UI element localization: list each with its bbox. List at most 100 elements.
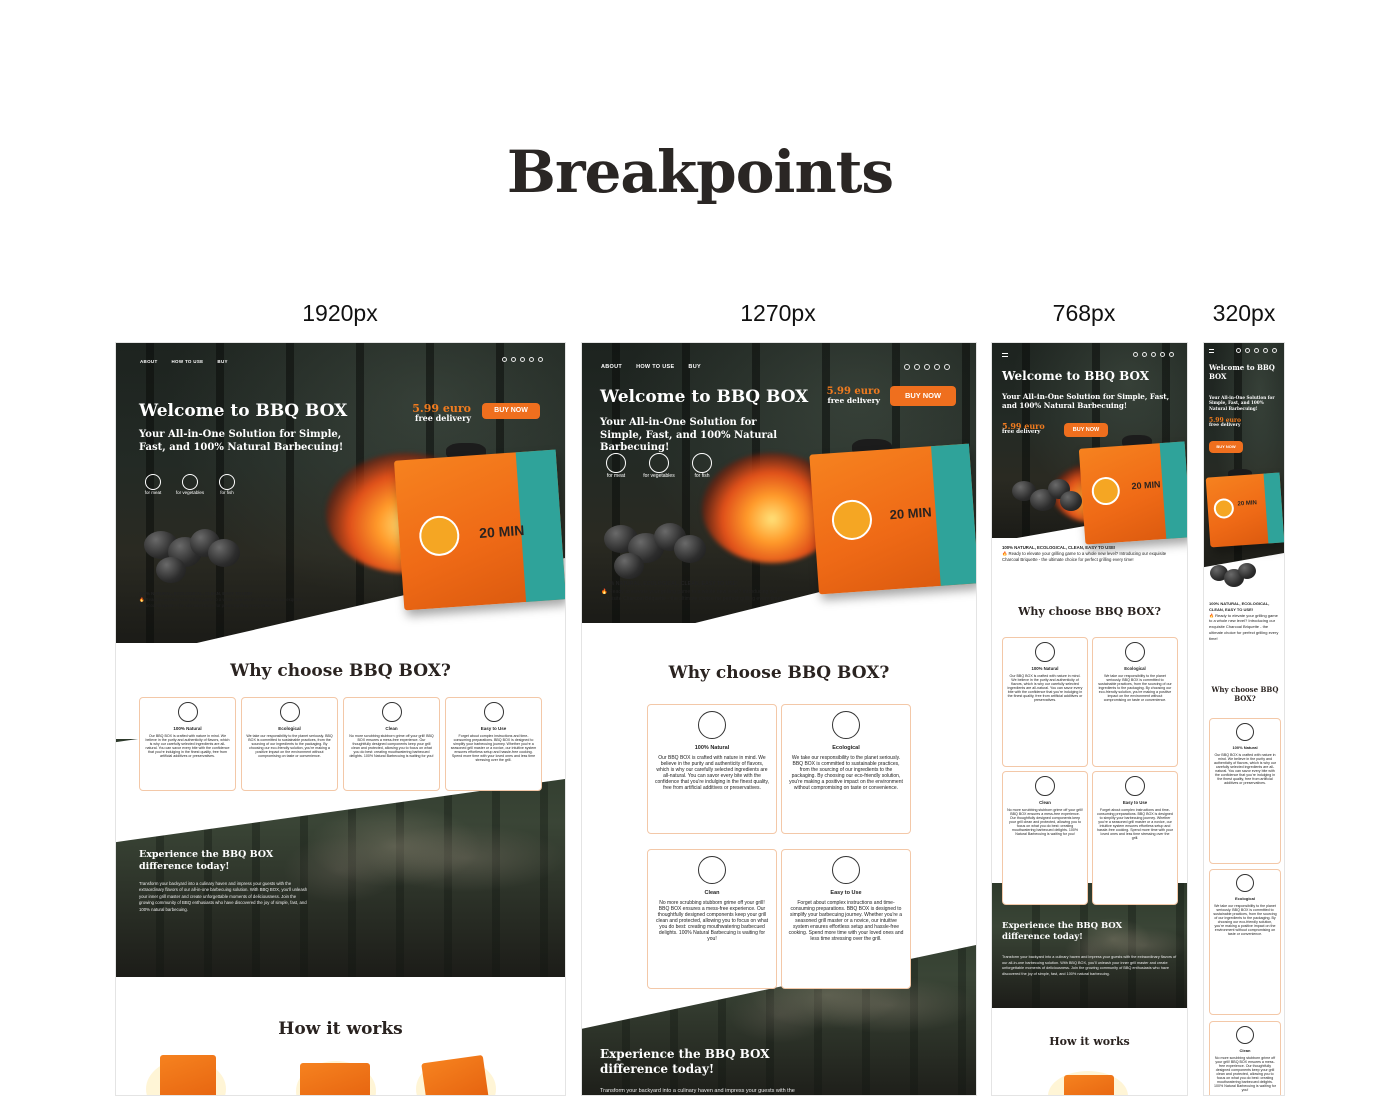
delivery-label: free delivery (827, 396, 881, 405)
wheat-icon (177, 702, 198, 722)
nav-bar: ABOUT HOW TO USE BUY (601, 364, 715, 370)
facebook-icon[interactable] (1151, 352, 1156, 357)
meat-icon (606, 453, 626, 473)
intro-note: 100% NATURAL, ECOLOGICAL, CLEAN, EASY TO… (139, 591, 309, 610)
buy-now-button[interactable]: BUY NOW (890, 386, 956, 406)
product-box-image: 20 MIN (393, 449, 565, 611)
factory-icon (279, 702, 300, 722)
usage-vegetables-label: for vegetables (643, 473, 675, 479)
card-title: Ecological (1234, 896, 1255, 901)
telegram-icon[interactable] (1142, 352, 1147, 357)
card-text: We take our responsibility to the planet… (1213, 904, 1277, 936)
experience-text: Transform your backyard into a culinary … (139, 881, 308, 912)
thumbs-up-icon (1236, 1026, 1254, 1044)
thumbs-up-icon (1035, 776, 1055, 796)
usage-meat-label: for meat (144, 490, 162, 495)
instagram-icon[interactable] (1236, 348, 1241, 353)
price-block: 5.99 euro free delivery (396, 403, 471, 422)
menu-icon[interactable] (1002, 353, 1008, 357)
feature-card-clean: Clean No more scrubbing stubborn grime o… (343, 697, 440, 791)
breakpoint-label-768: 768px (1052, 300, 1116, 326)
whatsapp-icon[interactable] (1263, 348, 1268, 353)
menu-icon[interactable] (1209, 349, 1214, 353)
nav-how-to-use[interactable]: HOW TO USE (172, 359, 204, 364)
nav-buy[interactable]: BUY (688, 364, 701, 370)
intro-text: 🔥 Ready to elevate your grilling game to… (1209, 612, 1279, 641)
nav-how-to-use[interactable]: HOW TO USE (636, 364, 674, 370)
price-block: 5.99 euro free delivery (807, 387, 880, 405)
card-text: We take our responsibility to the planet… (789, 755, 903, 791)
mail-icon[interactable] (1272, 348, 1277, 353)
how-step-image-1 (160, 1055, 216, 1095)
card-title: Clean (1039, 800, 1051, 805)
fish-icon (219, 474, 235, 490)
meat-icon (145, 474, 161, 490)
card-text: Our BBQ BOX is crafted with nature in mi… (1213, 753, 1277, 785)
usage-icons: for meat for vegetables for fish (598, 453, 720, 479)
card-title: Ecological (278, 726, 301, 731)
experience-title: Experience the BBQ BOX difference today! (139, 849, 274, 872)
nav-about[interactable]: ABOUT (601, 364, 622, 370)
card-title: Clean (704, 890, 720, 896)
telegram-icon[interactable] (914, 364, 920, 370)
buy-now-button[interactable]: BUY NOW (1064, 423, 1108, 437)
hand-icon (832, 856, 860, 884)
feature-card-clean: Clean No more scrubbing stubborn grime o… (647, 849, 777, 989)
facebook-icon[interactable] (924, 364, 930, 370)
vegetables-icon (649, 453, 669, 473)
intro-text: 🔥 Ready to elevate your grilling game to… (601, 588, 782, 603)
feature-card-clean: Clean No more scrubbing stubborn grime o… (1209, 1021, 1281, 1095)
intro-note: 100% NATURAL, ECOLOGICAL, CLEAN, EASY TO… (1002, 545, 1182, 564)
instagram-icon[interactable] (904, 364, 910, 370)
box-time-label: 20 MIN (1237, 500, 1258, 508)
why-title: Why choose BBQ BOX? (1018, 605, 1161, 618)
feature-card-natural: 100% Natural Our BBQ BOX is crafted with… (1002, 637, 1088, 767)
whatsapp-icon[interactable] (1160, 352, 1165, 357)
usage-icons: for meat for vegetables for fish (138, 474, 242, 495)
facebook-icon[interactable] (1254, 348, 1259, 353)
page-heading: Breakpoints (506, 138, 894, 206)
instagram-icon[interactable] (502, 357, 507, 362)
how-title: How it works (1049, 1035, 1130, 1048)
usage-meat-label: for meat (606, 473, 626, 479)
feature-card-easy: Easy to Use Forget about complex instruc… (781, 849, 911, 989)
experience-text: Transform your backyard into a culinary … (1002, 955, 1177, 977)
feature-card-natural: 100% Natural Our BBQ BOX is crafted with… (139, 697, 236, 791)
nav-buy[interactable]: BUY (217, 359, 227, 364)
mail-icon[interactable] (1169, 352, 1174, 357)
buy-now-button[interactable]: BUY NOW (1209, 441, 1243, 453)
card-text: Our BBQ BOX is crafted with nature in mi… (145, 734, 230, 758)
breakpoint-label-320: 320px (1212, 300, 1276, 326)
thumbs-up-icon (381, 702, 402, 722)
price-block: 5.99 euro free delivery (1002, 422, 1062, 436)
buy-now-button[interactable]: BUY NOW (482, 403, 540, 419)
delivery-label: free delivery (415, 413, 471, 423)
frame-768: Welcome to BBQ BOX Your All-in-One Solut… (991, 342, 1188, 1096)
social-icons (1232, 348, 1277, 353)
feature-card-easy: Easy to Use Forget about complex instruc… (445, 697, 542, 791)
intro-text: 🔥 Ready to elevate your grilling game to… (139, 597, 304, 609)
usage-vegetables-label: for vegetables (175, 490, 205, 495)
delivery-label: free delivery (1209, 423, 1241, 428)
whatsapp-icon[interactable] (529, 357, 534, 362)
telegram-icon[interactable] (1245, 348, 1250, 353)
vegetables-icon (182, 474, 198, 490)
factory-icon (832, 711, 860, 739)
breakpoint-label-1270: 1270px (740, 300, 816, 326)
telegram-icon[interactable] (511, 357, 516, 362)
nav-about[interactable]: ABOUT (140, 359, 158, 364)
intro-headline: 100% NATURAL, ECOLOGICAL, CLEAN, EASY TO… (1209, 601, 1270, 612)
frame-1270: ABOUT HOW TO USE BUY Welcome to BBQ BOX … (581, 342, 977, 1096)
card-title: Easy to Use (830, 890, 862, 896)
card-title: Ecological (832, 745, 860, 751)
mail-icon[interactable] (538, 357, 543, 362)
why-title: Why choose BBQ BOX? (230, 661, 451, 681)
card-text: We take our responsibility to the planet… (1098, 674, 1172, 702)
instagram-icon[interactable] (1133, 352, 1138, 357)
whatsapp-icon[interactable] (934, 364, 940, 370)
facebook-icon[interactable] (520, 357, 525, 362)
mail-icon[interactable] (944, 364, 950, 370)
social-icons (1129, 352, 1174, 357)
feature-card-ecological: Ecological We take our responsibility to… (1092, 637, 1178, 767)
usage-fish-label: for fish (220, 490, 234, 495)
